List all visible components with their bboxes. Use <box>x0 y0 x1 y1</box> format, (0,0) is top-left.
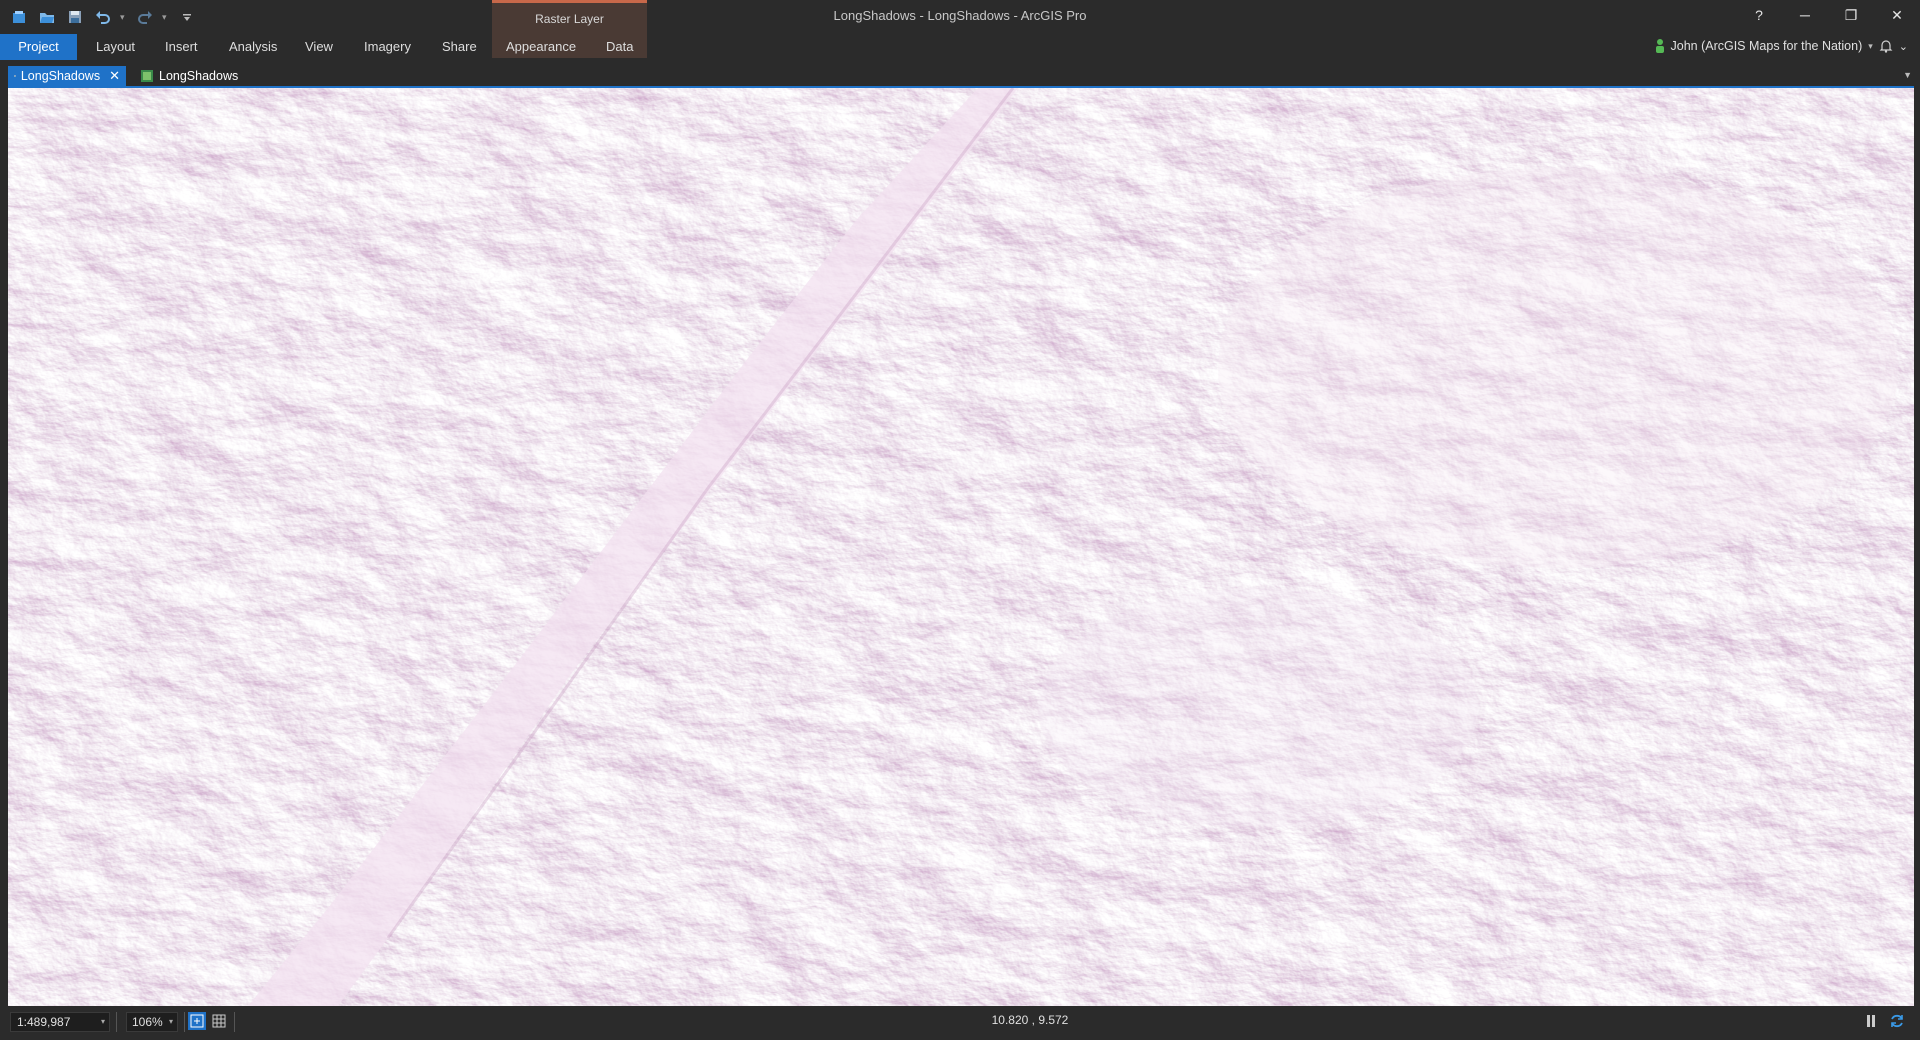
document-list-dropdown-icon[interactable]: ▼ <box>1903 70 1912 80</box>
ribbon-expand-icon[interactable]: ⌄ <box>1899 40 1908 53</box>
user-signed-in-icon <box>1655 39 1664 53</box>
hillshade-raster <box>8 88 1914 1006</box>
doc-tab-map[interactable]: LongShadows ✕ <box>8 66 126 86</box>
window-title: LongShadows - LongShadows - ArcGIS Pro <box>833 8 1087 23</box>
tab-insert[interactable]: Insert <box>151 34 212 60</box>
map-view[interactable] <box>8 88 1914 1006</box>
restore-button[interactable]: ❐ <box>1828 0 1874 30</box>
doc-tab-label: LongShadows <box>20 69 101 83</box>
ribbon-tabs: Project Layout Insert Analysis View Imag… <box>0 34 1920 62</box>
tab-share[interactable]: Share <box>428 34 491 60</box>
contextual-tab-label: Raster Layer <box>535 12 604 26</box>
tab-view[interactable]: View <box>291 34 347 60</box>
tab-analysis[interactable]: Analysis <box>215 34 291 60</box>
document-tabs: LongShadows ✕ LongShadows <box>0 64 1920 86</box>
tab-project[interactable]: Project <box>0 34 77 60</box>
minimize-button[interactable]: ─ <box>1782 0 1828 30</box>
pause-drawing-icon[interactable] <box>1862 1012 1880 1030</box>
refresh-icon[interactable] <box>1888 1012 1906 1030</box>
tab-data[interactable]: Data <box>592 34 647 60</box>
close-tab-icon[interactable]: ✕ <box>109 66 120 86</box>
tab-appearance[interactable]: Appearance <box>492 34 590 60</box>
raster-icon <box>141 70 153 82</box>
doc-tab-label: LongShadows <box>159 69 239 83</box>
coordinates-readout: 10.820 , 9.572 <box>991 1013 1069 1027</box>
tab-imagery[interactable]: Imagery <box>350 34 425 60</box>
notification-bell-icon[interactable] <box>1879 39 1893 53</box>
user-label: John (ArcGIS Maps for the Nation) <box>1670 39 1863 53</box>
help-button[interactable]: ? <box>1736 0 1782 30</box>
user-account[interactable]: John (ArcGIS Maps for the Nation) ▾ ⌄ <box>1655 36 1908 56</box>
tab-layout[interactable]: Layout <box>82 34 149 60</box>
doc-tab-raster[interactable]: LongShadows <box>134 66 244 86</box>
window-controls: ? ─ ❐ ✕ <box>1736 0 1920 30</box>
map-icon <box>14 75 16 77</box>
close-button[interactable]: ✕ <box>1874 0 1920 30</box>
user-dropdown-icon[interactable]: ▾ <box>1868 41 1873 52</box>
title-bar: ▾ ▾ LongShadows - LongShadows - ArcGIS P… <box>0 0 1920 34</box>
